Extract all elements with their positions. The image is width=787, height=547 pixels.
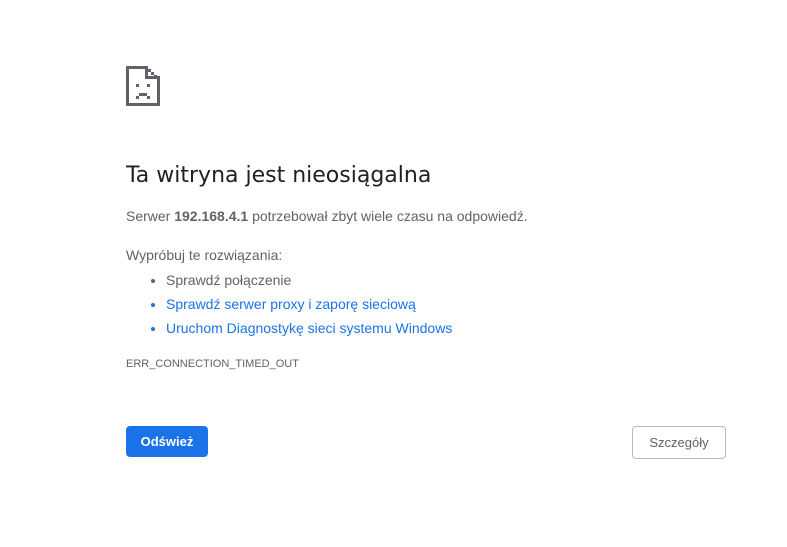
suggestions-heading: Wypróbuj te rozwiązania: (126, 247, 283, 263)
error-description: Serwer 192.168.4.1 potrzebował zbyt wiel… (126, 206, 726, 226)
suggestion-check-proxy-link[interactable]: Sprawdź serwer proxy i zaporę sieciową (166, 292, 726, 316)
suggestion-check-connection: Sprawdź połączenie (166, 268, 726, 292)
error-content: Ta witryna jest nieosiągalna Serwer 192.… (126, 66, 726, 370)
sad-page-icon (126, 66, 160, 106)
reload-button[interactable]: Odśwież (126, 426, 208, 457)
error-code: ERR_CONNECTION_TIMED_OUT (126, 358, 299, 370)
server-host: 192.168.4.1 (174, 208, 249, 224)
suggestions-list: Sprawdź połączenie Sprawdź serwer proxy … (126, 268, 726, 340)
page-title: Ta witryna jest nieosiągalna (126, 163, 432, 188)
description-prefix: Serwer (126, 208, 175, 224)
suggestion-network-diagnostics-link[interactable]: Uruchom Diagnostykę sieci systemu Window… (166, 316, 726, 340)
button-row: Odśwież Szczegóły (126, 426, 726, 460)
details-button[interactable]: Szczegóły (632, 426, 726, 459)
description-suffix: potrzebował zbyt wiele czasu na odpowied… (248, 208, 528, 224)
